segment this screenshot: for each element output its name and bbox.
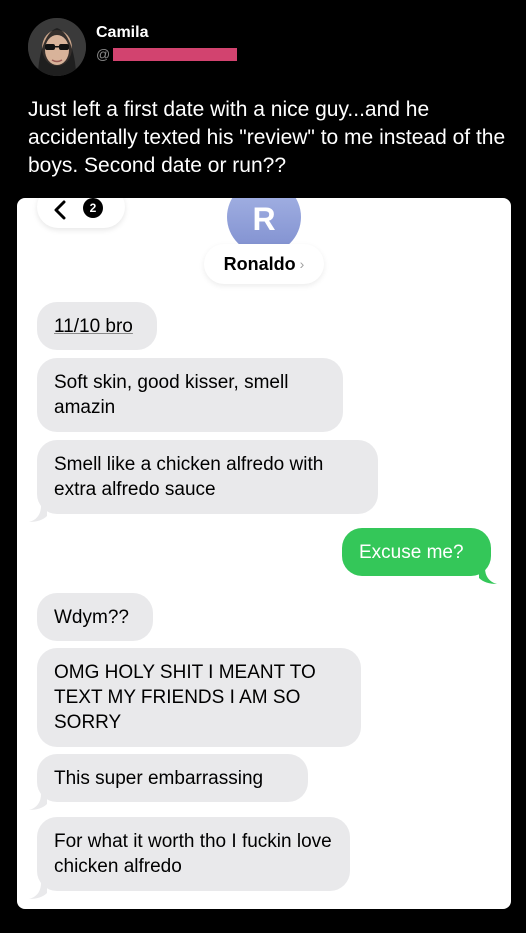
imessage-screenshot: 2 R Ronaldo › 11/10 bro Soft skin, good … [17, 198, 511, 909]
tweet-text: Just left a first date with a nice guy..… [28, 98, 506, 177]
message-text: Smell like a chicken alfredo with extra … [54, 454, 324, 500]
message-bubble[interactable]: For what it worth tho I fuckin love chic… [37, 817, 350, 891]
message-bubble[interactable]: 11/10 bro [37, 302, 157, 350]
handle[interactable]: @ [96, 46, 238, 62]
tweet-header: Camila @ [28, 18, 498, 78]
back-button[interactable]: 2 [37, 198, 125, 228]
contact-name: Ronaldo [223, 253, 296, 274]
message-bubble[interactable]: Soft skin, good kisser, smell amazin [37, 358, 343, 432]
avatar[interactable] [28, 18, 86, 76]
handle-redaction [113, 47, 238, 61]
message-text: OMG HOLY SHIT I MEANT TO TEXT MY FRIENDS… [54, 662, 316, 733]
handle-prefix: @ [96, 46, 111, 62]
message-text: This super embarrassing [54, 768, 264, 789]
message-text: For what it worth tho I fuckin love chic… [54, 831, 332, 877]
message-text: 11/10 bro [54, 316, 133, 337]
contact-name-button[interactable]: Ronaldo › [204, 244, 324, 284]
bubble-tail [29, 883, 47, 899]
message-bubble[interactable]: This super embarrassing [37, 754, 308, 802]
bubble-tail [29, 506, 47, 522]
chevron-right-icon: › [299, 256, 305, 272]
avatar-image [28, 18, 86, 76]
message-bubble[interactable]: Smell like a chicken alfredo with extra … [37, 440, 378, 514]
bubble-tail [29, 794, 47, 810]
message-text: Soft skin, good kisser, smell amazin [54, 372, 289, 418]
message-bubble[interactable]: OMG HOLY SHIT I MEANT TO TEXT MY FRIENDS… [37, 648, 361, 747]
message-text: Excuse me? [359, 542, 464, 563]
message-text: Wdym?? [54, 607, 129, 628]
message-bubble-sent[interactable]: Excuse me? [342, 528, 491, 576]
unread-badge: 2 [83, 198, 103, 218]
bubble-tail [479, 568, 497, 584]
display-name[interactable]: Camila [96, 24, 148, 42]
message-bubble[interactable]: Wdym?? [37, 593, 153, 641]
chevron-left-icon [54, 200, 66, 220]
